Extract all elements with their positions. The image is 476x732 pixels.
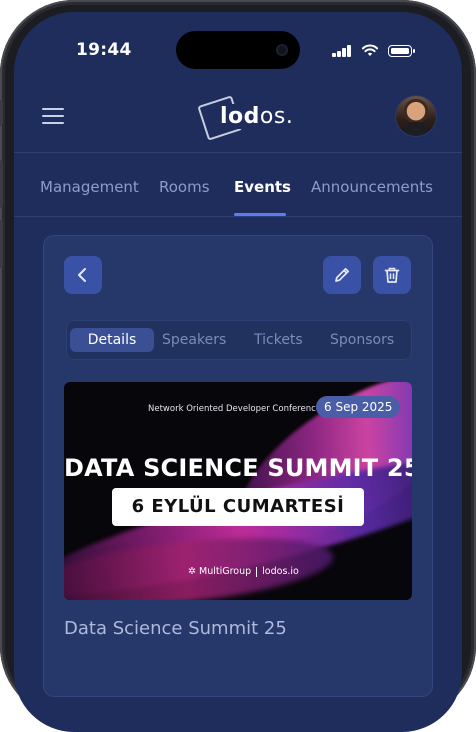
delete-button[interactable] [373, 256, 411, 294]
back-button[interactable] [64, 256, 102, 294]
volume-down-button [0, 220, 3, 268]
event-detail-card: Details Speakers Tickets Sponsors Networ… [44, 236, 432, 696]
phone-frame: 19:44 lodos. Management Rooms Events Ann… [0, 0, 476, 732]
tab-events[interactable]: Events [234, 178, 291, 196]
subtab-details[interactable]: Details [70, 328, 154, 352]
tab-announcements[interactable]: Announcements [311, 178, 433, 196]
main-tabs: Management Rooms Events Announcements [14, 152, 462, 216]
wifi-icon [362, 44, 378, 56]
status-time: 19:44 [76, 40, 132, 60]
battery-icon [388, 45, 415, 57]
banner-footer-right: lodos.io [262, 566, 299, 577]
chevron-left-icon [78, 268, 86, 282]
multigroup-logo-icon: ✲ [188, 566, 196, 577]
app-screen: 19:44 lodos. Management Rooms Events Ann… [14, 12, 462, 732]
dynamic-island [176, 31, 300, 69]
event-banner-image: Network Oriented Developer Conference 6 … [64, 382, 412, 600]
subtab-sponsors[interactable]: Sponsors [330, 328, 394, 352]
hamburger-menu-icon[interactable] [42, 108, 64, 124]
banner-headline: DATA SCIENCE SUMMIT 25 [64, 454, 412, 482]
banner-date-badge: 6 Sep 2025 [316, 396, 401, 418]
pencil-icon [335, 267, 350, 282]
event-sub-tabs: Details Speakers Tickets Sponsors [66, 320, 412, 360]
tabs-divider [14, 216, 462, 217]
subtab-tickets[interactable]: Tickets [254, 328, 303, 352]
banner-sub-headline: 6 EYLÜL CUMARTESİ [112, 488, 364, 526]
camera-icon [276, 44, 288, 56]
status-bar: 19:44 [14, 12, 462, 82]
signal-icon [332, 45, 352, 57]
tab-rooms[interactable]: Rooms [159, 178, 210, 196]
mute-switch [0, 100, 3, 126]
tab-management[interactable]: Management [40, 178, 139, 196]
trash-icon [384, 267, 400, 283]
user-avatar[interactable] [396, 96, 436, 136]
edit-button[interactable] [323, 256, 361, 294]
banner-conference-name: Network Oriented Developer Conference [148, 404, 322, 414]
event-title: Data Science Summit 25 [64, 618, 287, 639]
lodos-logo: lodos. [197, 95, 300, 141]
banner-footer-left: MultiGroup [199, 566, 252, 577]
subtab-speakers[interactable]: Speakers [162, 328, 226, 352]
volume-up-button [0, 160, 3, 208]
banner-footer: ✲ MultiGroup lodos.io [188, 566, 299, 577]
app-bar: lodos. [14, 82, 462, 152]
logo-text: lodos. [218, 104, 296, 129]
